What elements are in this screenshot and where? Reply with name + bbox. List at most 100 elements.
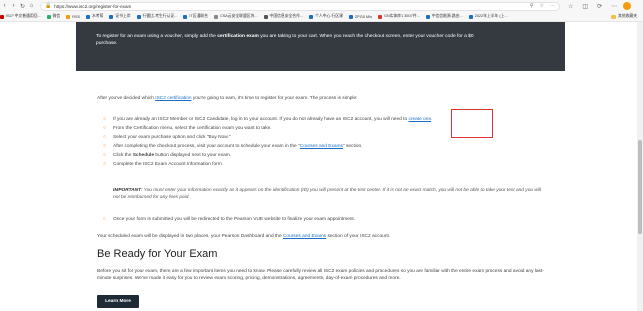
step-text: Click the: [113, 153, 133, 158]
highlight-annotation-box: [451, 109, 493, 138]
bookmark-label: 微信: [52, 14, 61, 18]
bookmark-item[interactable]: ZPG5 M/s: [348, 14, 372, 19]
bookmark-item[interactable]: GN实体库1 3507件...: [378, 14, 420, 19]
voucher-text-line2: purchase.: [96, 41, 118, 46]
zoom-icon[interactable]: ⚲: [530, 3, 534, 9]
sync-icon[interactable]: ⟳: [597, 3, 602, 10]
bookmark-label: 2022年上半年 (上...: [474, 14, 508, 18]
bookmark-favicon-icon: [66, 14, 71, 19]
step-text: From the Certification menu, select the …: [113, 126, 272, 131]
bookmark-item[interactable]: 证书上岸: [109, 14, 131, 19]
page-scrollbar[interactable]: [637, 22, 643, 311]
bookmark-favicon-icon: [136, 14, 141, 19]
voucher-info-box: To register for an exam using a voucher,…: [76, 22, 565, 71]
bookmark-item[interactable]: 2022年上半年 (上...: [468, 14, 508, 19]
voucher-text-bold: certification exam: [217, 34, 259, 39]
courses-and-exams-link-2[interactable]: Courses and Exams: [283, 234, 326, 239]
bookmark-favicon-icon: [183, 14, 188, 19]
section-heading: Be Ready for Your Exam: [97, 248, 218, 260]
step-text: After completing the checkout process, v…: [113, 144, 300, 149]
bookmark-item[interactable]: 中信信能源-路由...: [425, 14, 463, 19]
bookmark-favicon-icon: [348, 14, 353, 19]
voucher-text-pre: To register for an exam using a voucher,…: [96, 34, 218, 39]
bookmark-label: GN实体库1 3507件...: [384, 14, 420, 18]
bookmark-label: 证书上岸: [115, 14, 131, 18]
important-notice: IMPORTANT: You must enter your informati…: [113, 188, 543, 201]
step-text: Select your exam purchase option and cli…: [113, 135, 231, 140]
folder-label: 其他收藏夹: [618, 14, 637, 18]
bookmark-label: 中国信息安全合作...: [269, 14, 304, 18]
step-text: Once your form is submitted you will be …: [113, 217, 356, 222]
other-bookmarks-folder[interactable]: 其他收藏夹: [611, 14, 643, 19]
learn-more-button[interactable]: Learn More: [97, 295, 139, 308]
bookmark-item[interactable]: 中国信息安全合作...: [263, 14, 304, 19]
bookmark-label: IT区通联合: [189, 14, 208, 18]
collections-icon[interactable]: ◫: [582, 3, 588, 10]
display-note: Your scheduled exam will be displayed in…: [97, 234, 390, 239]
url-text: https://www.isc2.org/register-for-exam: [54, 3, 132, 9]
bookmark-favicon-icon: [378, 14, 383, 19]
refresh-icon[interactable]: ↻: [18, 1, 27, 11]
intro-text: After you've decided which: [97, 96, 156, 101]
important-text: : You must enter your information exactl…: [113, 188, 542, 200]
more-url-icon[interactable]: ⋯: [550, 3, 555, 9]
back-icon[interactable]: ‹: [0, 1, 9, 11]
bookmark-favicon-icon: [468, 14, 473, 19]
bookmark-item[interactable]: 微信: [46, 14, 61, 19]
address-bar[interactable]: 🔒 https://www.isc2.org/register-for-exam…: [40, 1, 560, 11]
bullet-icon: ○: [103, 116, 107, 122]
ready-paragraph: Before you sit for your exam, there are …: [97, 269, 544, 281]
intro-paragraph: After you've decided which ISC2 certific…: [97, 96, 358, 101]
create-account-link[interactable]: create one: [408, 117, 431, 122]
bookmark-favicon-icon: [263, 14, 268, 19]
bookmark-item[interactable]: CSA云安全联盟区块...: [213, 14, 258, 19]
step-text-end: " section.: [342, 144, 363, 149]
lock-icon: 🔒: [45, 3, 52, 9]
home-icon[interactable]: ⌂: [27, 1, 36, 11]
bookmark-item[interactable]: RSS: [66, 14, 81, 19]
bookmark-label: 个人中心-行区课: [315, 14, 343, 18]
bullet-icon: ○: [103, 152, 107, 158]
bookmark-item[interactable]: 个人中心-行区课: [309, 14, 343, 19]
schedule-label: Schedule: [132, 153, 155, 158]
display-note-text: Your scheduled exam will be displayed in…: [97, 234, 283, 239]
browser-toolbar: ‹ › ↻ ⌂ 🔒 https://www.isc2.org/register-…: [0, 0, 643, 12]
display-note-text-end: section of your ISC2 account.: [326, 234, 391, 239]
bookmark-label: ISC² 中文普通用回...: [6, 14, 41, 18]
bookmark-favicon-icon: [309, 14, 314, 19]
list-item: ○ After completing the checkout process,…: [103, 143, 548, 152]
bookmark-favicon-icon: [425, 14, 430, 19]
bullet-icon: ○: [103, 134, 107, 140]
bookmark-label: 中信信能源-路由...: [431, 14, 463, 18]
bullet-icon: ○: [103, 217, 106, 222]
extension-icon[interactable]: [623, 2, 632, 10]
list-item: ○ Complete the ISC2 Exam Account Informa…: [103, 161, 548, 170]
bullet-icon: ○: [103, 125, 107, 131]
bookmark-item[interactable]: IT区通联合: [183, 14, 208, 19]
favorites-icon[interactable]: ☆: [568, 3, 573, 10]
bookmarks-bar: ISC² 中文普通用回... 微信 RSS 水考帮 证书上岸 行雷比-考生行认证... IT…: [0, 12, 643, 22]
isc2-certification-link[interactable]: ISC2 certification: [155, 96, 191, 101]
bookmark-item[interactable]: 行雷比-考生行认证...: [136, 14, 178, 19]
courses-and-exams-link[interactable]: Courses and Exams: [300, 144, 343, 149]
bookmark-label: CSA云安全联盟区块...: [219, 14, 258, 18]
step-text: Complete the ISC2 Exam Account Informati…: [113, 162, 224, 167]
bookmark-item[interactable]: ISC² 中文普通用回...: [0, 14, 41, 19]
step-text-end: button displayed next to your exam.: [154, 153, 232, 158]
bookmark-favicon-icon: [213, 14, 218, 19]
bookmark-item[interactable]: 水考帮: [86, 14, 103, 19]
bookmark-label: 行雷比-考生行认证...: [142, 14, 178, 18]
step-text: If you are already an ISC2 Member or ISC…: [113, 117, 409, 122]
step-text-end: .: [431, 117, 433, 122]
bookmark-favicon-icon: [109, 14, 114, 19]
list-item: ○ Click the Schedule button displayed ne…: [103, 152, 548, 161]
folder-icon: [611, 14, 617, 19]
menu-icon[interactable]: ⋯: [611, 3, 617, 10]
bullet-icon: ○: [103, 161, 107, 167]
bookmark-label: RSS: [72, 14, 81, 19]
bookmark-label: 水考帮: [92, 14, 104, 18]
forward-icon[interactable]: ›: [9, 1, 18, 11]
favorite-star-icon[interactable]: ☆: [540, 3, 544, 9]
scrollbar-thumb[interactable]: [638, 140, 642, 234]
intro-text-post: you're going to earn, it's time to regis…: [191, 96, 358, 101]
